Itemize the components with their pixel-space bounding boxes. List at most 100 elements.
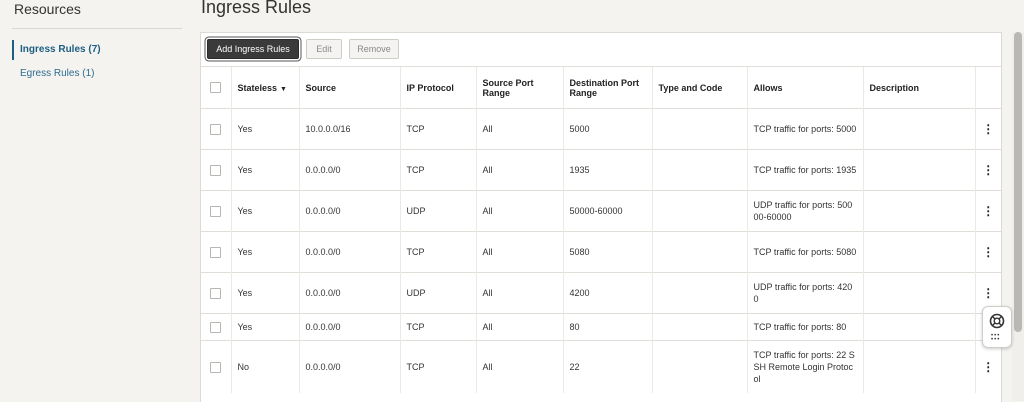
nav-ingress-rules[interactable]: Ingress Rules (7) [12, 38, 101, 62]
cell-destination-port: 4200 [562, 272, 652, 314]
cell-source: 0.0.0.0/0 [298, 340, 400, 393]
table-row: Yes 0.0.0.0/0 UDP All 4200 UDP traffic f… [201, 272, 1001, 314]
help-widget[interactable]: ••• ••• [982, 306, 1012, 348]
page-title: Ingress Rules [201, 0, 312, 17]
cell-type-code [651, 190, 747, 232]
row-checkbox[interactable] [210, 361, 222, 373]
row-checkbox[interactable] [210, 246, 222, 258]
cell-destination-port: 50000-60000 [562, 190, 652, 232]
resources-divider [12, 28, 182, 29]
cell-ip-protocol: UDP [399, 190, 476, 232]
ingress-rules-table: Stateless ▼ Source IP Protocol Source Por… [201, 66, 1001, 393]
row-checkbox[interactable] [210, 123, 222, 135]
kebab-menu-icon[interactable]: ⋮ [974, 108, 1001, 150]
cell-ip-protocol: TCP [399, 340, 476, 393]
cell-description [862, 149, 975, 191]
cell-destination-port: 5080 [562, 231, 652, 273]
kebab-menu-icon[interactable]: ⋮ [974, 190, 1001, 232]
header-stateless[interactable]: Stateless ▼ [230, 66, 299, 109]
header-description: Description [862, 66, 975, 109]
cell-type-code [651, 149, 747, 191]
kebab-menu-icon[interactable]: ⋮ [974, 340, 1001, 393]
table-row: No 0.0.0.0/0 TCP All 22 TCP traffic for … [201, 340, 1001, 393]
table-row: Yes 0.0.0.0/0 UDP All 50000-60000 UDP tr… [201, 190, 1001, 232]
resources-panel: Resources Ingress Rules (7) Egress Rules… [0, 0, 190, 401]
cell-ip-protocol: TCP [399, 149, 476, 191]
cell-stateless: Yes [230, 272, 299, 314]
scroll-thumb[interactable] [1014, 32, 1022, 332]
cell-ip-protocol: TCP [399, 108, 476, 150]
edit-button[interactable]: Edit [306, 39, 342, 59]
table-row: Yes 10.0.0.0/16 TCP All 5000 TCP traffic… [201, 108, 1001, 150]
page-scrollbar[interactable] [1012, 32, 1024, 401]
cell-destination-port: 1935 [562, 149, 652, 191]
cell-source-port: All [475, 340, 563, 393]
rules-panel: Add Ingress Rules Edit Remove Stateless ▼… [200, 32, 1002, 402]
cell-description [862, 272, 975, 314]
lifering-help-icon[interactable] [989, 313, 1005, 329]
cell-stateless: Yes [230, 231, 299, 273]
cell-stateless: Yes [230, 190, 299, 232]
cell-source: 0.0.0.0/0 [298, 272, 400, 314]
cell-source: 0.0.0.0/0 [298, 231, 400, 273]
cell-allows: UDP traffic for ports: 4200 [746, 272, 863, 314]
remove-button[interactable]: Remove [349, 39, 399, 59]
header-allows: Allows [746, 66, 863, 109]
table-row: Yes 0.0.0.0/0 TCP All 5080 TCP traffic f… [201, 231, 1001, 273]
cell-allows: TCP traffic for ports: 22 SSH Remote Log… [746, 340, 863, 393]
header-source-port-range: Source Port Range [475, 66, 563, 109]
cell-stateless: No [230, 340, 299, 393]
select-all-checkbox[interactable] [210, 82, 222, 93]
cell-allows: TCP traffic for ports: 80 [746, 313, 863, 341]
cell-ip-protocol: TCP [399, 313, 476, 341]
cell-source: 0.0.0.0/0 [298, 313, 400, 341]
header-ip-protocol: IP Protocol [399, 66, 476, 109]
cell-description [862, 340, 975, 393]
table-row: Yes 0.0.0.0/0 TCP All 1935 TCP traffic f… [201, 149, 1001, 191]
cell-source: 0.0.0.0/0 [298, 190, 400, 232]
cell-description [862, 108, 975, 150]
cell-destination-port: 80 [562, 313, 652, 341]
cell-allows: TCP traffic for ports: 5000 [746, 108, 863, 150]
cell-type-code [651, 108, 747, 150]
table-row: Yes 0.0.0.0/0 TCP All 80 TCP traffic for… [201, 313, 1001, 341]
cell-destination-port: 5000 [562, 108, 652, 150]
cell-source-port: All [475, 231, 563, 273]
cell-stateless: Yes [230, 149, 299, 191]
cell-allows: TCP traffic for ports: 1935 [746, 149, 863, 191]
cell-source-port: All [475, 190, 563, 232]
add-ingress-rules-button[interactable]: Add Ingress Rules [207, 39, 299, 59]
cell-ip-protocol: TCP [399, 231, 476, 273]
cell-source-port: All [475, 272, 563, 314]
row-checkbox[interactable] [210, 321, 222, 333]
row-checkbox[interactable] [210, 205, 222, 217]
kebab-menu-icon[interactable]: ⋮ [974, 149, 1001, 191]
cell-source-port: All [475, 149, 563, 191]
resources-nav: Ingress Rules (7) Egress Rules (1) [12, 38, 101, 86]
header-type-and-code: Type and Code [651, 66, 747, 109]
cell-description [862, 313, 975, 341]
header-destination-port-range: Destination Port Range [562, 66, 652, 109]
row-checkbox[interactable] [210, 164, 222, 176]
cell-stateless: Yes [230, 313, 299, 341]
cell-type-code [651, 231, 747, 273]
select-all-cell [201, 66, 231, 109]
app-grid-icon[interactable]: ••• ••• [991, 333, 1005, 343]
cell-destination-port: 22 [562, 340, 652, 393]
nav-egress-rules[interactable]: Egress Rules (1) [12, 62, 101, 86]
kebab-menu-icon[interactable]: ⋮ [974, 231, 1001, 273]
row-checkbox[interactable] [210, 287, 222, 299]
cell-description [862, 231, 975, 273]
cell-source-port: All [475, 108, 563, 150]
cell-description [862, 190, 975, 232]
cell-source: 10.0.0.0/16 [298, 108, 400, 150]
cell-allows: TCP traffic for ports: 5080 [746, 231, 863, 273]
table-header-row: Stateless ▼ Source IP Protocol Source Por… [201, 66, 1001, 109]
cell-type-code [651, 272, 747, 314]
header-source: Source [298, 66, 400, 109]
cell-stateless: Yes [230, 108, 299, 150]
cell-source: 0.0.0.0/0 [298, 149, 400, 191]
header-actions [974, 66, 1001, 109]
cell-source-port: All [475, 313, 563, 341]
sort-descending-icon: ▼ [280, 85, 287, 93]
